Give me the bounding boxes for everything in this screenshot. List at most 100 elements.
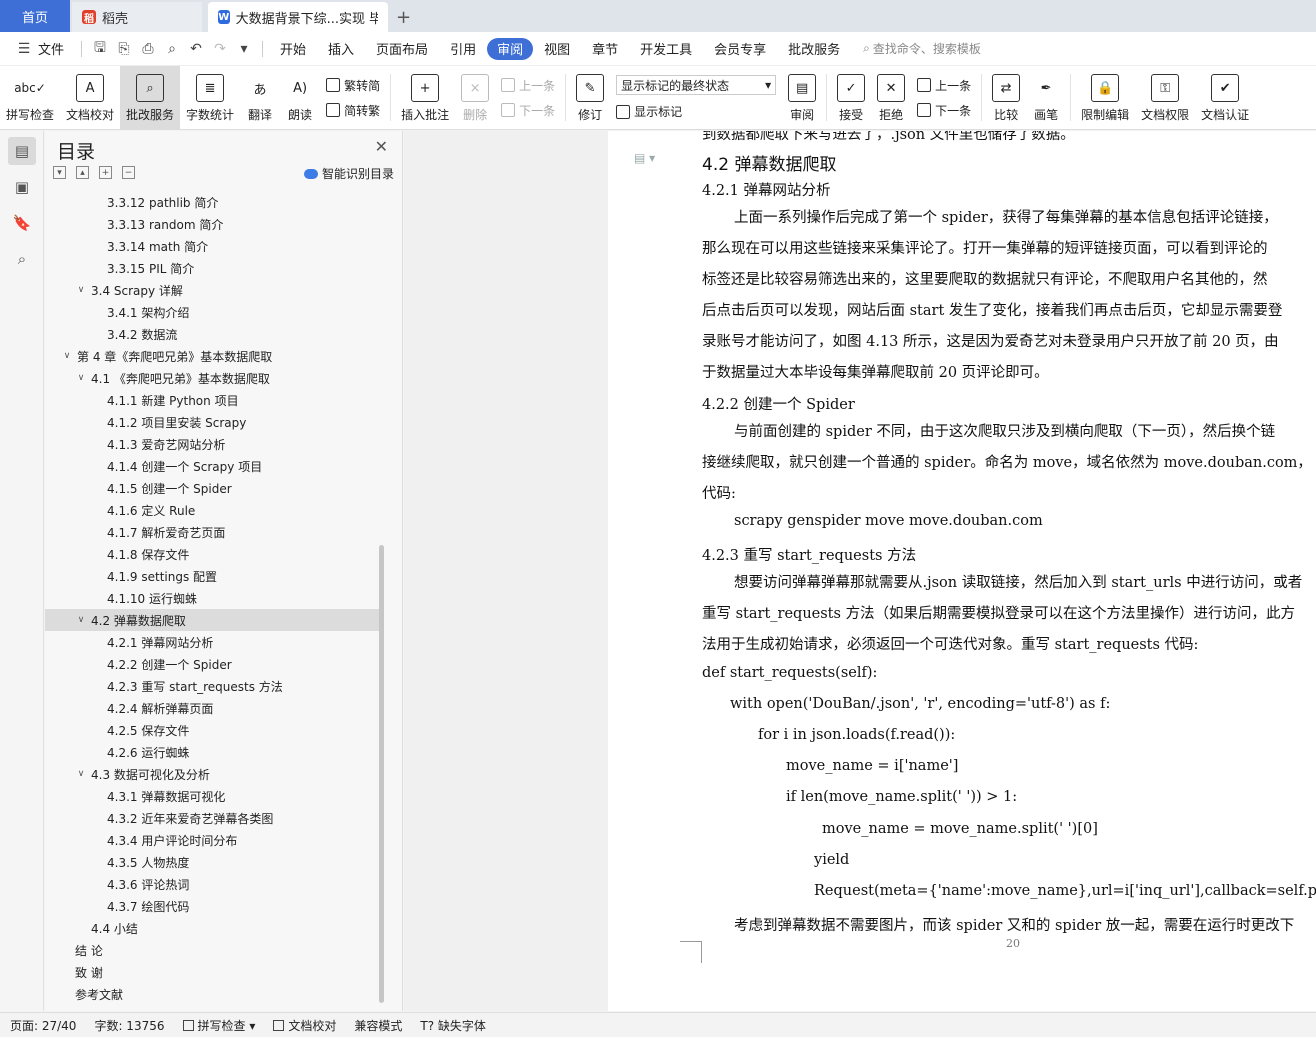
command-search[interactable]: ⌕ 查找命令、搜索模板 (863, 40, 981, 57)
outline-item[interactable]: 4.1.2 项目里安装 Scrapy (45, 411, 379, 433)
customize-dropdown-icon[interactable]: ▾ (236, 41, 252, 57)
chapter-icon[interactable]: ▣ (8, 173, 36, 201)
insert-comment-button[interactable]: + 插入批注 (395, 66, 455, 129)
outline-item[interactable]: 4.1.8 保存文件 (45, 543, 379, 565)
tab-docer[interactable]: 稻 稻壳 (72, 2, 202, 32)
chevron-down-icon[interactable]: ∨ (75, 615, 87, 625)
outline-item[interactable]: ∨ 3.4 Scrapy 详解 (45, 279, 379, 301)
outline-item[interactable]: 4.3.1 弹幕数据可视化 (45, 785, 379, 807)
outline-item[interactable]: 4.1.7 解析爱奇艺页面 (45, 521, 379, 543)
markup-display-select[interactable]: 显示标记的最终状态 ▾ (616, 75, 777, 95)
delete-comment-button[interactable]: × 删除 (455, 66, 495, 129)
reject-button[interactable]: ✕ 拒绝 (871, 66, 911, 129)
outline-item[interactable]: 4.1.3 爱奇艺网站分析 (45, 433, 379, 455)
status-spellcheck[interactable]: 拼写检查 ▾ (182, 1017, 255, 1034)
expand-all-icon[interactable]: ▴ (76, 166, 89, 179)
new-tab-button[interactable]: + (388, 2, 419, 32)
outline-item[interactable]: 3.3.15 PIL 简介 (45, 257, 379, 279)
outline-item[interactable]: 4.2.6 运行蜘蛛 (45, 741, 379, 763)
doc-permission-button[interactable]: ⚿ 文档权限 (1135, 66, 1195, 129)
read-aloud-button[interactable]: A) 朗读 (280, 66, 320, 129)
outline-item[interactable]: ∨ 第 4 章《奔爬吧兄弟》基本数据爬取 (45, 345, 379, 367)
search-icon[interactable]: ⌕ (8, 245, 36, 273)
outline-item[interactable]: 4.1.4 创建一个 Scrapy 项目 (45, 455, 379, 477)
menu-references[interactable]: 引用 (439, 38, 487, 60)
smart-toc-button[interactable]: 智能识别目录 (303, 165, 394, 182)
word-count-indicator[interactable]: 字数: 13756 (94, 1017, 164, 1034)
page-margin-icon[interactable]: ▤ ▾ (634, 151, 655, 165)
compare-button[interactable]: ⇄ 比较 (986, 66, 1026, 129)
menu-home[interactable]: 开始 (269, 38, 317, 60)
outline-item[interactable]: 4.2.5 保存文件 (45, 719, 379, 741)
outline-item[interactable]: 4.2.3 重写 start_requests 方法 (45, 675, 379, 697)
outline-item[interactable]: 致 谢 (45, 961, 379, 983)
outline-item[interactable]: 3.3.14 math 简介 (45, 235, 379, 257)
outline-item[interactable]: 4.1.5 创建一个 Spider (45, 477, 379, 499)
menu-member[interactable]: 会员专享 (703, 38, 777, 60)
export-icon[interactable]: ⎘ (116, 41, 132, 57)
outline-item[interactable]: 4.2.1 弹幕网站分析 (45, 631, 379, 653)
outline-item[interactable]: 4.1.9 settings 配置 (45, 565, 379, 587)
chevron-down-icon[interactable]: ∨ (61, 351, 73, 361)
translate-button[interactable]: あ 翻译 (240, 66, 280, 129)
outline-item[interactable]: 结 论 (45, 939, 379, 961)
document-page[interactable]: ▤ ▾ 到数据都爬取下来写进去了，.json 文件里也储存了数据。 4.2 弹幕… (608, 131, 1316, 1011)
menu-page-layout[interactable]: 页面布局 (365, 38, 439, 60)
remove-heading-icon[interactable]: − (122, 166, 135, 179)
close-icon[interactable]: ✕ (375, 137, 388, 156)
chevron-down-icon[interactable]: ∨ (75, 769, 87, 779)
doc-check-button[interactable]: A 文档校对 (60, 66, 120, 129)
menu-review[interactable]: 审阅 (487, 37, 534, 60)
outline-item[interactable]: ∨ 4.3 数据可视化及分析 (45, 763, 379, 785)
outline-item[interactable]: 3.3.12 pathlib 简介 (45, 191, 379, 213)
outline-item[interactable]: 参考文献 (45, 983, 379, 1005)
outline-scrollbar[interactable] (379, 545, 384, 1003)
tab-document[interactable]: W 大数据背景下综...实现 毕业论 (208, 2, 388, 32)
outline-item[interactable]: 4.1.1 新建 Python 项目 (45, 389, 379, 411)
word-count-button[interactable]: ≣ 字数统计 (180, 66, 240, 129)
menu-chapter[interactable]: 章节 (581, 38, 629, 60)
outline-item[interactable]: 3.4.2 数据流 (45, 323, 379, 345)
track-changes-button[interactable]: ✎ 修订 (570, 66, 610, 129)
menu-view[interactable]: 视图 (533, 38, 581, 60)
show-markup-button[interactable]: 显示标记 (616, 103, 776, 120)
add-heading-icon[interactable]: + (99, 166, 112, 179)
print-icon[interactable]: ⎙ (140, 41, 156, 57)
menu-developer[interactable]: 开发工具 (629, 38, 703, 60)
pen-button[interactable]: ✒ 画笔 (1026, 66, 1066, 129)
outline-item[interactable]: 4.4 小结 (45, 917, 379, 939)
outline-item[interactable]: 4.3.7 绘图代码 (45, 895, 379, 917)
save-icon[interactable]: 🖫 (92, 40, 108, 57)
missing-font[interactable]: T? 缺失字体 (420, 1017, 486, 1034)
hamburger-icon[interactable]: ☰ (16, 41, 32, 57)
next-change-button[interactable]: 下一条 (917, 102, 971, 119)
simp-to-trad-button[interactable]: 简转繁 (326, 102, 380, 119)
outline-item[interactable]: 4.3.6 评论热词 (45, 873, 379, 895)
chevron-down-icon[interactable]: ∨ (75, 373, 87, 383)
print-preview-icon[interactable]: ⌕ (164, 41, 180, 57)
outline-item[interactable]: 3.4.1 架构介绍 (45, 301, 379, 323)
undo-icon[interactable]: ↶ (188, 41, 204, 57)
outline-item[interactable]: 4.1.10 运行蜘蛛 (45, 587, 379, 609)
page-indicator[interactable]: 页面: 27/40 (10, 1017, 76, 1034)
menu-file[interactable]: 文件 (36, 38, 75, 60)
bookmark-icon[interactable]: 🔖 (8, 209, 36, 237)
redo-icon[interactable]: ↷ (212, 41, 228, 57)
collapse-all-icon[interactable]: ▾ (53, 166, 66, 179)
prev-change-button[interactable]: 上一条 (917, 77, 971, 94)
outline-item[interactable]: 4.2.2 创建一个 Spider (45, 653, 379, 675)
tab-home[interactable]: 首页 (0, 0, 70, 32)
outline-item[interactable]: 4.3.2 近年来爱奇艺弹幕各类图 (45, 807, 379, 829)
outline-item[interactable]: ∨ 4.1 《奔爬吧兄弟》基本数据爬取 (45, 367, 379, 389)
outline-icon[interactable]: ▤ (8, 137, 36, 165)
next-comment-button[interactable]: 下一条 (501, 102, 555, 119)
outline-item[interactable]: 4.1.6 定义 Rule (45, 499, 379, 521)
chevron-down-icon[interactable]: ∨ (75, 285, 87, 295)
outline-item-selected[interactable]: ∨ 4.2 弹幕数据爬取 (45, 609, 379, 631)
menu-review-service[interactable]: 批改服务 (777, 38, 851, 60)
restrict-edit-button[interactable]: 🔒 限制编辑 (1075, 66, 1135, 129)
menu-insert[interactable]: 插入 (317, 38, 365, 60)
spellcheck-button[interactable]: abc✓ 拼写检查 (0, 66, 60, 129)
review-pane-button[interactable]: ▤ 审阅 (782, 66, 822, 129)
outline-item[interactable]: 4.3.4 用户评论时间分布 (45, 829, 379, 851)
